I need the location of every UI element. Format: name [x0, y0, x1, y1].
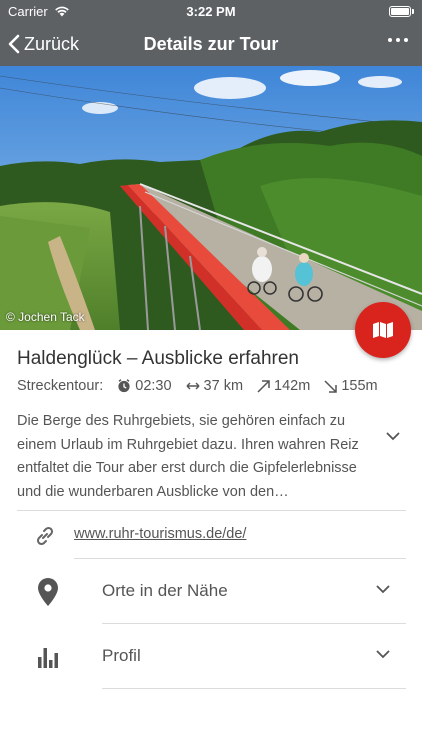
descent-arrow-icon — [324, 379, 338, 393]
ascent-value: 142m — [274, 378, 311, 394]
battery-icon — [389, 5, 411, 17]
back-label: Zurück — [24, 33, 80, 54]
nearby-places-row[interactable]: Orte in der Nähe — [0, 559, 422, 623]
profile-row[interactable]: Profil — [0, 624, 422, 688]
divider — [17, 510, 406, 511]
navigation-bar: Zurück Details zur Tour — [0, 22, 422, 66]
status-left: Carrier — [8, 4, 70, 19]
link-icon — [36, 526, 54, 546]
expand-description-button[interactable] — [386, 428, 400, 446]
clock-icon — [118, 379, 130, 393]
descent-value: 155m — [341, 378, 378, 394]
nearby-places-label: Orte in der Nähe — [102, 581, 228, 600]
status-bar: Carrier 3:22 PM — [0, 0, 422, 22]
description-line: Die Berge des Ruhrgebiets, sie gehören e… — [17, 413, 346, 429]
duration-stat: 02:30 — [117, 378, 172, 394]
distance-stat: 37 km — [186, 378, 244, 394]
tour-stats: Streckentour: 02:30 37 km 142m 155m — [17, 378, 392, 394]
back-button[interactable]: Zurück — [0, 34, 79, 55]
website-link-row[interactable]: www.ruhr-tourismus.de/de/ — [0, 512, 422, 558]
tour-title: Haldenglück – Ausblicke erfahren — [17, 348, 300, 369]
photo-credit: © Jochen Tack — [6, 310, 85, 324]
location-pin-icon — [38, 578, 58, 606]
tour-hero-image: © Jochen Tack — [0, 66, 422, 330]
tour-type: Streckentour: — [17, 378, 104, 394]
ascent-arrow-icon — [257, 379, 270, 393]
distance-arrows-icon — [186, 382, 200, 390]
carrier-label: Carrier — [8, 3, 48, 19]
tour-description: Die Berge des Ruhrgebiets, sie gehören e… — [17, 410, 377, 504]
more-options-button[interactable] — [384, 34, 412, 46]
description-line: und die wunderbaren Ausblicke von den… — [17, 483, 289, 500]
chevron-down-icon — [376, 585, 390, 594]
duration-value: 02:30 — [135, 378, 172, 394]
descent-stat: 155m — [324, 378, 378, 394]
map-button[interactable] — [355, 302, 411, 358]
battery-indicator — [389, 5, 414, 17]
chevron-down-icon — [386, 432, 400, 441]
description-line: entfaltet die Tour aber erst durch die G… — [17, 460, 357, 476]
chevron-left-icon — [8, 34, 20, 54]
divider — [102, 688, 406, 689]
hero-photo — [0, 66, 422, 330]
distance-value: 37 km — [203, 378, 244, 394]
ascent-stat: 142m — [257, 378, 310, 394]
more-dot-icon — [388, 38, 392, 42]
bar-chart-icon — [38, 648, 58, 668]
chevron-down-icon — [376, 650, 390, 659]
map-icon — [373, 322, 393, 338]
wifi-icon — [54, 6, 69, 17]
profile-label: Profil — [102, 646, 141, 665]
website-link[interactable]: www.ruhr-tourismus.de/de/ — [74, 526, 246, 542]
description-line: einem Urlaub im Ruhrgebiet dazu. Ihren w… — [17, 436, 359, 453]
